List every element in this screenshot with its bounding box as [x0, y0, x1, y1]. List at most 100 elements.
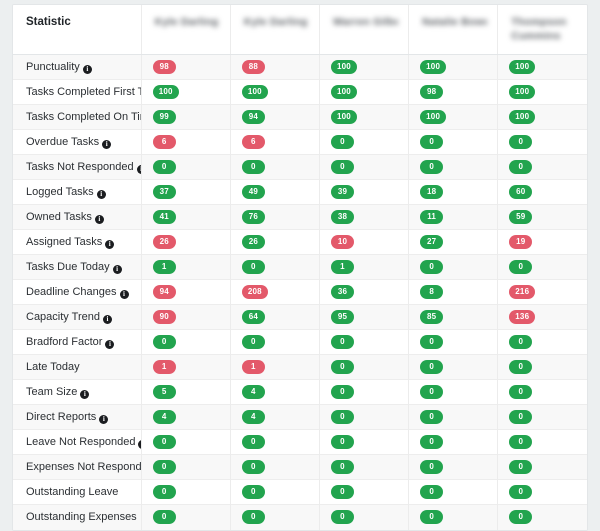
status-badge: 27	[420, 235, 444, 249]
status-badge: 6	[152, 135, 176, 149]
value-cell: 99	[141, 104, 231, 130]
column-header-person-5[interactable]: Thompson Cummins	[497, 5, 587, 55]
info-icon[interactable]: i	[80, 390, 90, 399]
value-cell: 98	[141, 54, 231, 80]
value-cell: 100	[408, 54, 499, 80]
value-cell: 39	[319, 179, 410, 205]
status-badge: 0	[509, 460, 533, 474]
status-badge: 0	[420, 385, 444, 399]
statistic-label-cell: Direct Reports i	[13, 404, 142, 430]
value-cell: 0	[230, 329, 321, 355]
statistic-label-cell: Assigned Tasks i	[13, 229, 142, 255]
value-cell: 0	[230, 479, 321, 505]
value-cell: 0	[497, 354, 587, 380]
statistic-label-cell: Late Today	[13, 354, 142, 380]
status-badge: 0	[420, 335, 444, 349]
status-badge: 1	[241, 360, 265, 374]
value-cell: 11	[408, 204, 499, 230]
column-header-person-1[interactable]: Kyle Darling Q	[141, 5, 231, 55]
value-cell: 1	[319, 254, 410, 280]
value-cell: 0	[497, 454, 587, 480]
value-cell: 0	[319, 504, 410, 530]
column-header-statistic[interactable]: Statistic	[13, 5, 142, 55]
info-icon[interactable]: i	[94, 215, 104, 224]
statistic-label: Assigned Tasks	[26, 236, 103, 248]
status-badge: 136	[509, 310, 536, 324]
table-row: Outstanding Expenses 0 0 0 0 0	[13, 504, 587, 530]
header-row: Statistic Kyle Darling Q Kyle Darling Warre…	[13, 5, 587, 55]
status-badge: 0	[420, 435, 444, 449]
info-icon[interactable]: i	[102, 315, 112, 324]
status-badge: 0	[152, 485, 176, 499]
status-badge: 0	[420, 160, 444, 174]
status-badge: 38	[331, 210, 354, 224]
value-cell: 0	[319, 154, 410, 180]
value-cell: 26	[141, 229, 231, 255]
table-row: Logged Tasks i 37 49 39 18 60	[13, 179, 587, 205]
status-badge: 100	[509, 85, 536, 99]
status-badge: 19	[509, 235, 533, 249]
status-badge: 0	[331, 385, 354, 399]
column-header-person-3[interactable]: Warren Gilbert	[319, 5, 410, 55]
value-cell: 1	[230, 354, 321, 380]
statistic-label-cell: Expenses Not Respondedi	[13, 454, 142, 480]
value-cell: 59	[497, 204, 587, 230]
info-icon[interactable]: i	[105, 340, 115, 349]
value-cell: 0	[497, 329, 587, 355]
status-badge: 11	[420, 210, 444, 224]
table-body: Punctuality i 98 88 100 100 100 Tasks Completed…	[13, 54, 587, 530]
value-cell: 100	[141, 79, 231, 105]
info-icon[interactable]: i	[82, 65, 92, 74]
statistic-label-cell: Outstanding Expenses	[13, 504, 142, 530]
column-header-person-4[interactable]: Natalie Bower	[408, 5, 499, 55]
info-icon[interactable]: i	[136, 165, 141, 174]
status-badge: 4	[152, 410, 176, 424]
value-cell: 0	[319, 379, 410, 405]
statistic-label: Punctuality	[26, 61, 80, 73]
value-cell: 0	[408, 154, 499, 180]
status-badge: 0	[331, 435, 354, 449]
status-badge: 100	[509, 110, 536, 124]
value-cell: 100	[497, 54, 587, 80]
value-cell: 38	[319, 204, 410, 230]
redacted-person-name: Kyle Darling Q	[154, 16, 220, 28]
statistic-label: Overdue Tasks	[26, 136, 100, 148]
value-cell: 0	[408, 404, 499, 430]
status-badge: 0	[509, 435, 533, 449]
value-cell: 100	[319, 104, 410, 130]
info-icon[interactable]: i	[96, 190, 106, 199]
statistic-label-cell: Tasks Completed First Timei	[13, 79, 142, 105]
table-row: Tasks Not Respondedi 0 0 0 0 0	[13, 154, 587, 180]
status-badge: 0	[331, 335, 354, 349]
statistic-label-cell: Capacity Trend i	[13, 304, 142, 330]
status-badge: 1	[152, 260, 176, 274]
table-row: Bradford Factor i 0 0 0 0 0	[13, 329, 587, 355]
value-cell: 4	[141, 404, 231, 430]
value-cell: 27	[408, 229, 499, 255]
status-badge: 76	[241, 210, 265, 224]
value-cell: 0	[319, 129, 410, 155]
table-row: Tasks Due Today i 1 0 1 0 0	[13, 254, 587, 280]
info-icon[interactable]: i	[99, 415, 109, 424]
status-badge: 0	[420, 460, 444, 474]
value-cell: 136	[497, 304, 587, 330]
status-badge: 10	[331, 235, 354, 249]
value-cell: 0	[408, 254, 499, 280]
statistics-table: Statistic Kyle Darling Q Kyle Darling Warre…	[13, 5, 587, 530]
status-badge: 39	[331, 185, 354, 199]
status-badge: 5	[152, 385, 176, 399]
status-badge: 0	[241, 160, 265, 174]
value-cell: 0	[141, 329, 231, 355]
info-icon[interactable]: i	[112, 265, 122, 274]
redacted-person-name: Cummins	[511, 30, 561, 42]
statistic-label-cell: Tasks Not Respondedi	[13, 154, 142, 180]
info-icon[interactable]: i	[102, 140, 112, 149]
value-cell: 0	[230, 429, 321, 455]
statistic-label: Expenses Not Responded	[26, 461, 142, 473]
info-icon[interactable]: i	[119, 290, 129, 299]
column-header-person-2[interactable]: Kyle Darling	[230, 5, 321, 55]
statistic-label-cell: Bradford Factor i	[13, 329, 142, 355]
info-icon[interactable]: i	[105, 240, 115, 249]
value-cell: 0	[497, 504, 587, 530]
table-header: Statistic Kyle Darling Q Kyle Darling Warre…	[13, 5, 587, 55]
